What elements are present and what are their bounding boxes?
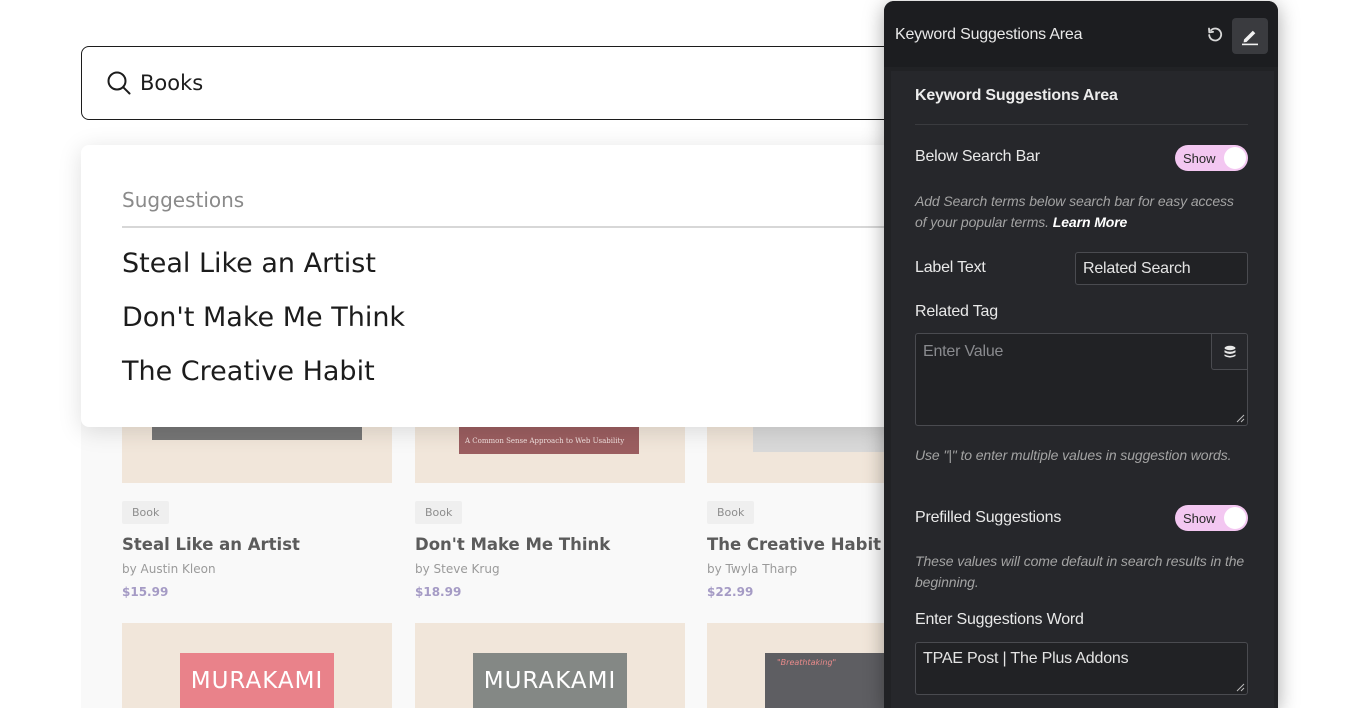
product-title[interactable]: Don't Make Me Think xyxy=(415,535,610,554)
product-tag: Book xyxy=(122,501,170,524)
book-cover[interactable]: "Breathtaking" xyxy=(707,623,911,708)
search-icon xyxy=(107,71,131,95)
toggle-label: Show xyxy=(1183,150,1216,166)
suggestion-item[interactable]: The Creative Habit xyxy=(122,356,375,387)
suggestion-item[interactable]: Don't Make Me Think xyxy=(122,302,405,333)
product-title[interactable]: The Creative Habit xyxy=(707,535,881,554)
prefilled-suggestions-label: Prefilled Suggestions xyxy=(915,509,1062,526)
database-icon xyxy=(1224,345,1235,358)
suggestions-heading: Suggestions xyxy=(122,188,245,212)
related-tag-textarea[interactable]: Enter Value xyxy=(915,333,1248,426)
product-price: $15.99 xyxy=(122,585,169,599)
product-price: $22.99 xyxy=(707,585,754,599)
edit-button[interactable] xyxy=(1232,18,1268,54)
toggle-knob xyxy=(1224,507,1246,529)
book-cover[interactable]: MURAKAMI xyxy=(415,623,685,708)
search-query[interactable]: Books xyxy=(140,71,203,95)
divider xyxy=(915,124,1248,125)
below-search-bar-toggle[interactable]: Show xyxy=(1175,145,1248,171)
learn-more-link[interactable]: Learn More xyxy=(1053,214,1128,230)
settings-panel: Keyword Suggestions Area Keyword Suggest… xyxy=(884,1,1278,708)
help-text: These values will come default in search… xyxy=(915,553,1245,590)
product-author: by Steve Krug xyxy=(415,562,500,576)
product-author: by Austin Kleon xyxy=(122,562,216,576)
section-title: Keyword Suggestions Area xyxy=(915,87,1118,104)
label-text-label: Label Text xyxy=(915,259,986,276)
help-text: Use "|" to enter multiple values in sugg… xyxy=(915,447,1232,463)
reset-icon[interactable] xyxy=(1206,26,1224,44)
suggestions-dropdown: Suggestions Steal Like an Artist Don't M… xyxy=(81,145,902,427)
label-text-input[interactable]: Related Search xyxy=(1075,252,1248,285)
panel-title: Keyword Suggestions Area xyxy=(895,26,1083,43)
prefilled-suggestions-toggle[interactable]: Show xyxy=(1175,505,1248,531)
below-search-bar-label: Below Search Bar xyxy=(915,148,1040,165)
help-text: Add Search terms below search bar for ea… xyxy=(915,193,1234,230)
cover-title: MURAKAMI xyxy=(473,653,627,708)
pencil-icon xyxy=(1242,30,1258,46)
enter-suggestions-label: Enter Suggestions Word xyxy=(915,611,1084,628)
search-bar[interactable]: Books xyxy=(81,46,981,120)
related-tag-placeholder: Enter Value xyxy=(923,343,1004,360)
product-author: by Twyla Tharp xyxy=(707,562,798,576)
divider xyxy=(122,226,902,228)
cover-title: MURAKAMI xyxy=(180,653,334,708)
resize-handle-icon[interactable] xyxy=(1236,683,1245,692)
resize-handle-icon[interactable] xyxy=(1236,414,1245,423)
cover-subtitle: A Common Sense Approach to Web Usability xyxy=(465,437,625,445)
related-tag-label: Related Tag xyxy=(915,303,998,320)
product-tag: Book xyxy=(415,501,463,524)
product-price: $18.99 xyxy=(415,585,462,599)
product-title[interactable]: Steal Like an Artist xyxy=(122,535,300,554)
suggestion-item[interactable]: Steal Like an Artist xyxy=(122,248,376,279)
suggestions-word-textarea[interactable]: TPAE Post | The Plus Addons xyxy=(915,642,1248,695)
book-cover[interactable]: MURAKAMI xyxy=(122,623,392,708)
toggle-knob xyxy=(1224,147,1246,169)
toggle-label: Show xyxy=(1183,510,1216,526)
product-tag: Book xyxy=(707,501,755,524)
dynamic-tag-button[interactable] xyxy=(1211,334,1247,370)
